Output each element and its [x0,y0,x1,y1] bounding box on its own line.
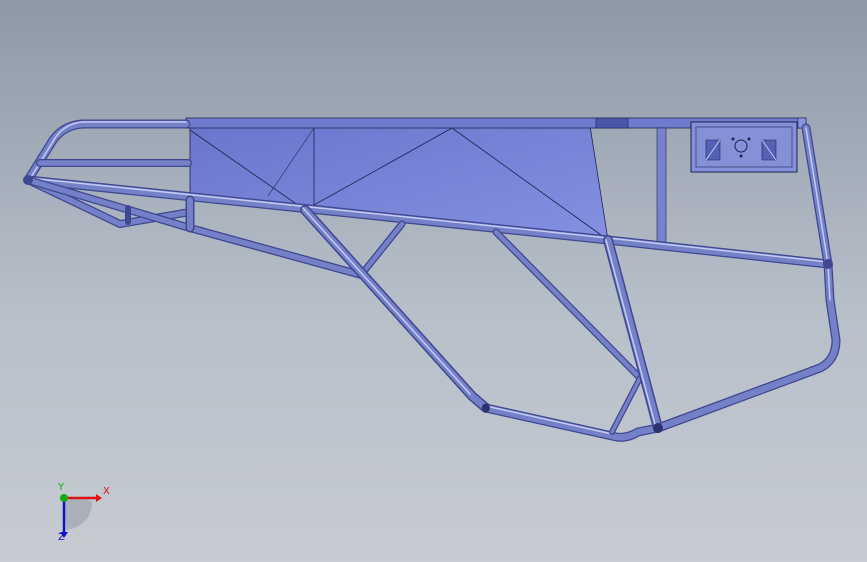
mount-plate [690,121,798,173]
graphics-viewport[interactable]: X Y Z [0,0,867,562]
front-upper-tube [23,119,191,185]
x-axis-label: X [103,486,110,497]
z-axis-label: Z [58,532,65,543]
coordinate-triad: X Y Z [44,482,124,548]
y-axis-label: Y [58,482,65,493]
chassis-frame-model[interactable] [0,0,867,562]
rear-loop-tube [653,123,841,433]
triad-axes [60,494,102,538]
vertical-post [656,127,667,243]
